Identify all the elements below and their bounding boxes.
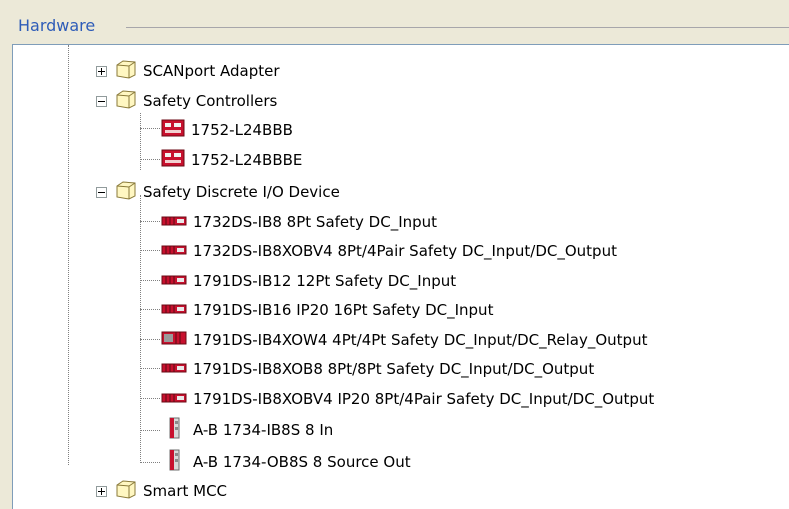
point-io-module-icon [161,417,187,443]
tree-guide [140,250,160,251]
folder-icon [115,180,137,204]
tree-node-label: 1791DS-IB4XOW4 4Pt/4Pt Safety DC_Input/D… [193,331,648,349]
io-module-icon [161,242,187,260]
hardware-panel-header: Hardware [0,0,789,44]
tree-node-io-module[interactable]: 1791DS-IB4XOW4 4Pt/4Pt Safety DC_Input/D… [161,329,647,351]
folder-icon [115,479,137,503]
tree-node-io-module[interactable]: 1732DS-IB8XOBV4 8Pt/4Pair Safety DC_Inpu… [161,240,617,262]
tree-node-label: 1732DS-IB8XOBV4 8Pt/4Pair Safety DC_Inpu… [193,242,617,260]
tree-node-io-module[interactable]: 1791DS-IB8XOBV4 IP20 8Pt/4Pair Safety DC… [161,388,654,410]
tree-node-smart-mcc[interactable]: Smart MCC [115,480,227,502]
tree-node-label: SCANport Adapter [143,62,280,80]
tree-guide [140,221,160,222]
tree-node-label: 1752-L24BBB [191,121,293,139]
safety-controller-icon [161,148,185,172]
tree-node-label: 1732DS-IB8 8Pt Safety DC_Input [193,213,438,231]
io-module-icon [161,360,187,378]
collapse-button[interactable] [96,187,107,198]
tree-node-label: Safety Discrete I/O Device [143,183,340,201]
tree-guide [140,430,160,431]
io-module-icon [161,390,187,408]
tree-node-safety-discrete-io-device[interactable]: Safety Discrete I/O Device [115,181,340,203]
tree-node-point-io-module[interactable]: A-B 1734-OB8S 8 Source Out [161,449,411,475]
tree-node-label: Safety Controllers [143,92,278,110]
point-io-module-icon [161,449,187,475]
tree-node-safety-controllers[interactable]: Safety Controllers [115,90,277,112]
tree-node-io-module[interactable]: 1791DS-IB8XOB8 8Pt/8Pt Safety DC_Input/D… [161,358,594,380]
folder-icon [115,89,137,113]
title-divider [126,27,789,28]
tree-guide [140,113,141,170]
tree-guide [140,339,160,340]
panel-title: Hardware [18,16,96,35]
tree-node-label: A-B 1734-IB8S 8 In [193,421,334,439]
io-module-icon [161,213,187,231]
tree-node-label: 1791DS-IB16 IP20 16Pt Safety DC_Input [193,301,494,319]
expand-button[interactable] [96,66,107,77]
tree-node-io-module[interactable]: 1732DS-IB8 8Pt Safety DC_Input [161,211,437,233]
io-module-icon [161,272,187,290]
tree-node-io-module[interactable]: 1791DS-IB12 12Pt Safety DC_Input [161,270,456,292]
tree-node-1752-l24bbb[interactable]: 1752-L24BBB [161,119,293,141]
tree-node-point-io-module[interactable]: A-B 1734-IB8S 8 In [161,417,334,443]
tree-guide [140,195,141,463]
tree-guide [140,159,160,160]
tree-node-label: 1791DS-IB8XOB8 8Pt/8Pt Safety DC_Input/D… [193,360,595,378]
hardware-tree[interactable]: SCANport Adapter Safety Controllers 1752… [12,44,789,509]
expand-button[interactable] [96,486,107,497]
tree-guide [68,45,69,465]
safety-controller-icon [161,118,185,142]
tree-guide [140,128,160,129]
tree-node-1752-l24bbbe[interactable]: 1752-L24BBBE [161,149,302,171]
io-module-icon [161,331,187,349]
folder-icon [115,59,137,83]
tree-guide [140,368,160,369]
tree-node-scanport-adapter[interactable]: SCANport Adapter [115,60,280,82]
tree-guide [140,398,160,399]
tree-node-label: 1752-L24BBBE [191,151,303,169]
tree-node-label: A-B 1734-OB8S 8 Source Out [193,453,411,471]
tree-guide [140,309,160,310]
tree-node-label: 1791DS-IB12 12Pt Safety DC_Input [193,272,457,290]
tree-node-io-module[interactable]: 1791DS-IB16 IP20 16Pt Safety DC_Input [161,299,493,321]
tree-node-label: Smart MCC [143,482,228,500]
tree-guide [140,462,160,463]
collapse-button[interactable] [96,96,107,107]
tree-node-label: 1791DS-IB8XOBV4 IP20 8Pt/4Pair Safety DC… [193,390,655,408]
io-module-icon [161,301,187,319]
tree-guide [140,280,160,281]
